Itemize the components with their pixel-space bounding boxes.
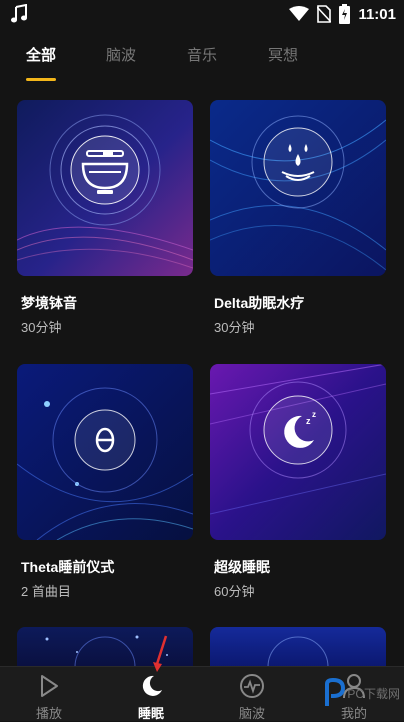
status-bar: 11:01 <box>0 0 404 30</box>
svg-text:z: z <box>312 410 316 419</box>
annotation-arrow <box>153 635 168 672</box>
tab-brainwave[interactable]: 脑波 <box>106 44 136 65</box>
nav-sleep[interactable]: 睡眠 <box>111 667 191 721</box>
card-thumbnail <box>267 636 329 667</box>
tab-all[interactable]: 全部 <box>26 44 56 65</box>
card-duration: 60分钟 <box>214 584 255 599</box>
card-title: 梦境钵音 <box>21 295 77 311</box>
card-duration: 30分钟 <box>214 320 255 335</box>
watermark-logo-icon <box>325 678 346 706</box>
card-thumbnail <box>17 364 193 540</box>
sleep-card-partial[interactable] <box>210 627 386 667</box>
no-sim-icon <box>317 5 332 23</box>
sleep-card[interactable]: Theta睡前仪式 2 首曲目 <box>17 364 193 599</box>
card-thumbnail: z z <box>210 364 386 540</box>
card-duration: 30分钟 <box>21 320 62 335</box>
brainwave-icon <box>240 674 264 698</box>
tab-meditation[interactable]: 冥想 <box>268 44 298 65</box>
svg-text:z: z <box>306 416 311 426</box>
nav-label: 脑波 <box>238 706 265 721</box>
tab-music[interactable]: 音乐 <box>187 44 217 65</box>
music-note-icon <box>11 4 27 23</box>
active-tab-indicator <box>26 78 56 81</box>
card-thumbnail <box>17 100 193 276</box>
nav-label: 睡眠 <box>137 706 164 721</box>
card-title: Theta睡前仪式 <box>21 559 115 575</box>
moon-icon <box>142 675 162 696</box>
nav-play[interactable]: 播放 <box>9 667 89 721</box>
card-thumbnail <box>210 100 386 276</box>
watermark-text: PC下载网 <box>347 686 400 701</box>
sleep-card[interactable]: z z 超级睡眠 60分钟 <box>210 364 386 599</box>
sleep-card[interactable]: Delta助眠水疗 30分钟 <box>210 100 386 335</box>
card-title: Delta助眠水疗 <box>214 295 305 311</box>
play-icon <box>41 675 58 697</box>
wifi-icon <box>289 6 310 21</box>
nav-brainwave[interactable]: 脑波 <box>212 667 292 721</box>
nav-label: 播放 <box>35 706 62 721</box>
sleep-card[interactable]: 梦境钵音 30分钟 <box>17 100 193 335</box>
card-title: 超级睡眠 <box>214 559 270 575</box>
battery-charging-icon <box>339 4 351 24</box>
clock: 11:01 <box>358 5 396 23</box>
watermark: PC下载网 <box>323 678 400 708</box>
card-duration: 2 首曲目 <box>21 584 71 599</box>
category-tabs: 全部 脑波 音乐 冥想 <box>0 40 404 80</box>
